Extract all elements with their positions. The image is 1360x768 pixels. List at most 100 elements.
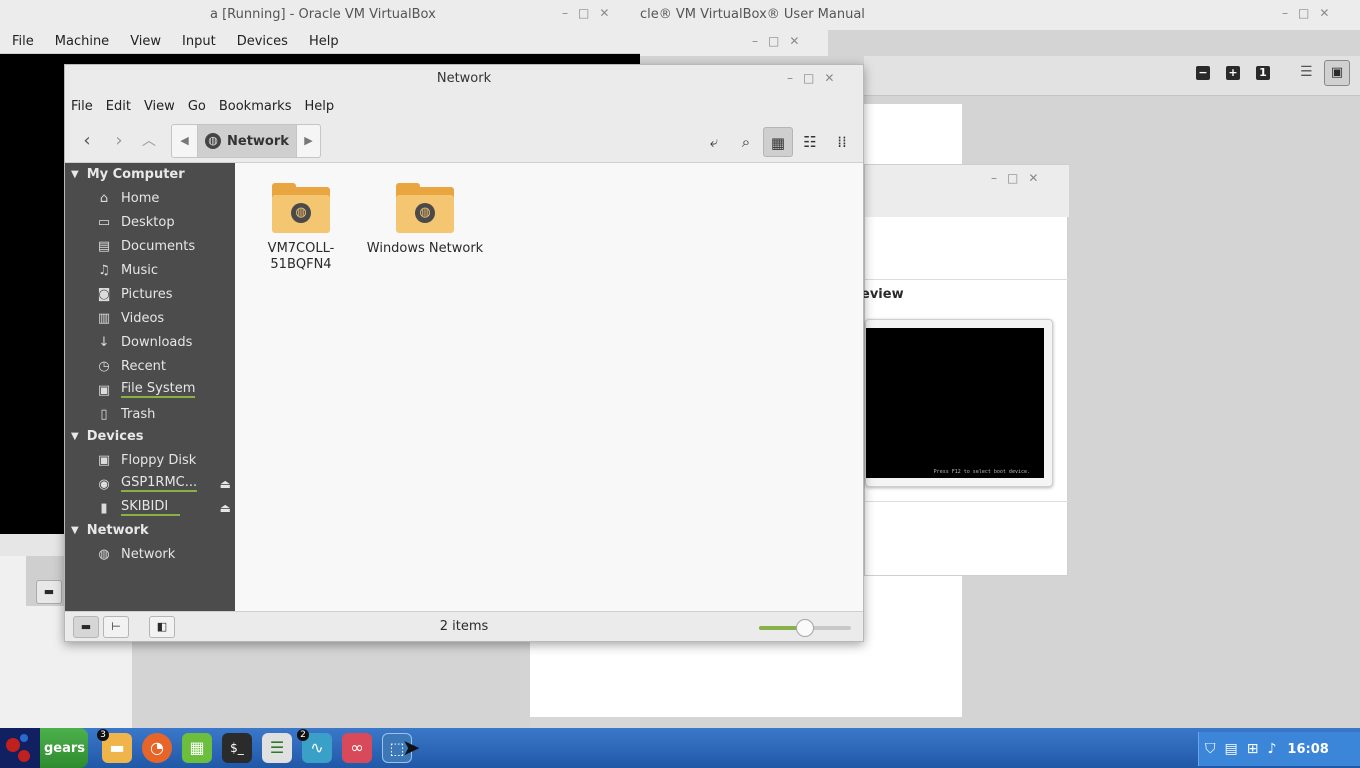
eject-icon[interactable]: ⏏: [220, 501, 231, 515]
badge-count: 3: [97, 729, 109, 741]
clipboard-icon[interactable]: ▤: [1225, 741, 1238, 757]
zoom-out-icon[interactable]: −: [1196, 66, 1210, 80]
sidebar-item-trash[interactable]: ▯ Trash: [95, 404, 235, 424]
sidebar-section-devices[interactable]: ▼ Devices: [71, 429, 144, 444]
clock[interactable]: 16:08: [1287, 742, 1328, 757]
start-button[interactable]: gears: [0, 728, 88, 768]
fm-menu-file[interactable]: File: [71, 93, 102, 119]
sidebar-item-network[interactable]: ◍ Network: [95, 544, 235, 564]
vm-menu-devices[interactable]: Devices: [237, 30, 297, 53]
fm-menu-view[interactable]: View: [144, 93, 184, 119]
sidebar-section-my-computer[interactable]: ▼ My Computer: [71, 167, 185, 182]
path-left-arrow-icon[interactable]: ◀: [172, 125, 198, 157]
taskbar-settings[interactable]: ☰: [262, 733, 292, 763]
window-controls[interactable]: – □ ✕: [752, 34, 799, 48]
maximize-icon[interactable]: □: [1298, 6, 1309, 20]
path-crumb-network[interactable]: ◍ Network: [198, 125, 296, 157]
page-view-icon[interactable]: ▣: [1324, 60, 1350, 86]
vm-menu-help[interactable]: Help: [309, 30, 348, 53]
compact-view-icon[interactable]: ⁞⁞: [827, 127, 857, 157]
file-manager-window: Network – □ ✕ File Edit View Go Bookmark…: [64, 64, 864, 642]
volume-icon[interactable]: ♪: [1267, 741, 1276, 757]
close-icon[interactable]: ✕: [1319, 6, 1329, 20]
fm-menu-go[interactable]: Go: [188, 93, 215, 119]
maximize-icon[interactable]: □: [803, 71, 814, 85]
fm-window-controls[interactable]: – □ ✕: [787, 71, 834, 85]
taskbar-system-monitor[interactable]: 2 ∿: [297, 729, 332, 763]
page-one-icon[interactable]: 1: [1256, 66, 1270, 80]
fm-menu-help[interactable]: Help: [304, 93, 343, 119]
sidebar-item-videos[interactable]: ▥ Videos: [95, 308, 235, 328]
minimize-icon[interactable]: –: [1282, 6, 1288, 20]
fm-menu-edit[interactable]: Edit: [106, 93, 140, 119]
up-icon[interactable]: ︿: [135, 127, 163, 155]
vm-menu-file[interactable]: File: [12, 30, 43, 53]
filesystem-icon: ▣: [97, 382, 111, 398]
preview-thumbnail: Press F12 to select boot device.: [865, 319, 1053, 487]
preview-heading: eview: [861, 287, 904, 302]
vm-menu-machine[interactable]: Machine: [55, 30, 118, 53]
vm-window-controls[interactable]: – □ ✕: [562, 6, 609, 20]
file-item-windows-network[interactable]: ◍ Windows Network: [365, 183, 485, 257]
forward-icon[interactable]: ›: [105, 127, 133, 155]
minimize-icon[interactable]: –: [991, 171, 997, 185]
manual-window-controls[interactable]: – □ ✕: [1282, 6, 1329, 20]
collapse-arrow-icon: ▼: [71, 525, 79, 536]
vm-menu-input[interactable]: Input: [182, 30, 225, 53]
folder-button[interactable]: ▬: [36, 580, 62, 604]
taskbar-terminal[interactable]: $_: [222, 733, 252, 763]
sidebar-item-usb[interactable]: ▮ SKIBIDI ⏏: [95, 498, 235, 518]
shield-icon[interactable]: ⛉: [1205, 741, 1216, 757]
maximize-icon[interactable]: □: [578, 6, 589, 20]
globe-icon: ◍: [415, 203, 435, 223]
sidebar-item-pictures[interactable]: ◙ Pictures: [95, 284, 235, 304]
network-icon: ◍: [98, 546, 110, 562]
zoom-slider[interactable]: [759, 619, 851, 637]
taskbar-files[interactable]: 3 ▬: [97, 729, 132, 763]
sidebar-toggle-icon[interactable]: ☰: [1300, 64, 1313, 80]
taskbar-firefox[interactable]: ◔: [142, 733, 172, 763]
close-icon[interactable]: ✕: [824, 71, 834, 85]
path-right-arrow-icon[interactable]: ▶: [296, 125, 320, 157]
sidebar-item-home[interactable]: ⌂ Home: [95, 188, 235, 208]
sidebar-item-disc[interactable]: ◉ GSP1RMC... ⏏: [95, 474, 235, 494]
taskbar-glasses-app[interactable]: ∞: [342, 733, 372, 763]
list-view-icon[interactable]: ☷: [795, 127, 825, 157]
sidebar-section-network[interactable]: ▼ Network: [71, 523, 149, 538]
sidebar-item-recent[interactable]: ◷ Recent: [95, 356, 235, 376]
sidebar-item-documents[interactable]: ▤ Documents: [95, 236, 235, 256]
minimize-icon[interactable]: –: [787, 71, 793, 85]
icon-view-icon[interactable]: ▦: [763, 127, 793, 157]
sidebar-item-file-system[interactable]: ▣ File System: [95, 380, 235, 400]
minimize-icon[interactable]: –: [752, 34, 758, 48]
sidebar-item-downloads[interactable]: ↓ Downloads: [95, 332, 235, 352]
collapse-arrow-icon: ▼: [71, 431, 79, 442]
back-icon[interactable]: ‹: [73, 127, 101, 155]
zoom-slider-handle[interactable]: [796, 619, 814, 637]
network-folder-icon: ◍: [396, 183, 454, 233]
vm-menu-view[interactable]: View: [130, 30, 170, 53]
fm-menu-bookmarks[interactable]: Bookmarks: [219, 93, 301, 119]
sidebar-item-label: Home: [121, 190, 160, 206]
close-icon[interactable]: ✕: [599, 6, 609, 20]
minimize-icon[interactable]: –: [562, 6, 568, 20]
search-icon[interactable]: ⌕: [731, 127, 761, 157]
file-item-label-line2: 51BQFN4: [270, 257, 332, 272]
eject-icon[interactable]: ⏏: [220, 477, 231, 491]
music-icon: ♫: [98, 262, 110, 278]
taskbar-calculator[interactable]: ▦: [182, 733, 212, 763]
maximize-icon[interactable]: □: [768, 34, 779, 48]
zoom-in-icon[interactable]: +: [1226, 66, 1240, 80]
background-window: – □ ✕: [640, 30, 828, 56]
file-item-vm7coll[interactable]: ◍ VM7COLL- 51BQFN4: [241, 183, 361, 273]
pathbar: ◀ ◍ Network ▶: [171, 124, 321, 158]
toggle-location-icon[interactable]: ⤶: [699, 127, 729, 157]
maximize-icon[interactable]: □: [1007, 171, 1018, 185]
preview-window-controls[interactable]: – □ ✕: [991, 171, 1038, 185]
close-icon[interactable]: ✕: [789, 34, 799, 48]
sidebar-item-floppy[interactable]: ▣ Floppy Disk: [95, 450, 235, 470]
network-status-icon[interactable]: ⊞: [1247, 741, 1259, 757]
sidebar-item-music[interactable]: ♫ Music: [95, 260, 235, 280]
close-icon[interactable]: ✕: [1028, 171, 1038, 185]
sidebar-item-desktop[interactable]: ▭ Desktop: [95, 212, 235, 232]
